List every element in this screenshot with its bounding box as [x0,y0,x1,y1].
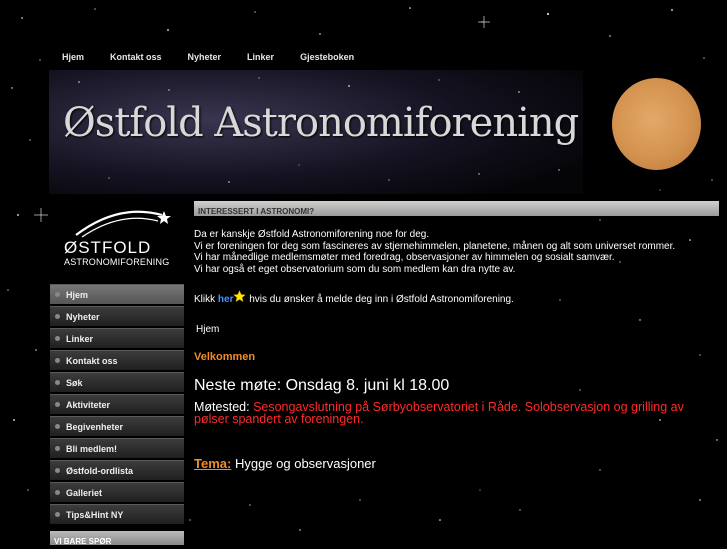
bullet-icon [55,490,60,495]
sidebar-item-galleriet[interactable]: Galleriet [50,482,184,502]
signup-link[interactable]: her [218,294,234,305]
bullet-icon [55,292,60,297]
intro-line: Da er kanskje Østfold Astronomiforening … [194,229,430,240]
banner-title: Østfold Astronomiforening [63,100,579,146]
theme-label: Tema: [194,456,232,471]
theme-value: Hygge og observasjoner [234,456,376,471]
meeting-location-value: Sesongavslutning på Sørbyobservatoriet i… [194,400,684,426]
intro-line: Vi er foreningen for deg som fascineres … [194,240,676,252]
page-label-hjem: Hjem [196,324,220,335]
bullet-icon [55,336,60,341]
next-meeting: Neste møte: Onsdag 8. juni kl 18.00 [194,377,450,394]
sidebar-item-label: Hjem [66,289,89,300]
logo-title: ØSTFOLD [64,238,152,257]
sidebar-item-sok[interactable]: Søk [50,372,184,392]
sidebar-item-bli-medlem[interactable]: Bli medlem! [50,438,184,458]
side-navigation: Hjem Nyheter Linker Kontakt oss Søk Akti… [50,284,184,526]
section-header: INTERESSERT I ASTRONOMI? [194,201,719,216]
welcome-heading: Velkommen [194,351,256,363]
sidebar-item-hjem[interactable]: Hjem [50,284,184,304]
sidebar-item-label: Linker [66,333,94,344]
sidebar-item-linker[interactable]: Linker [50,328,184,348]
bullet-icon [55,512,60,517]
sidebar-item-label: Søk [66,377,83,388]
sidebar-item-tips-hint[interactable]: Tips&Hint NY [50,504,184,524]
logo-subtitle: ASTRONOMIFORENING [64,257,170,267]
sidebar-item-label: Østfold-ordlista [66,465,133,476]
sidebar-item-label: Nyheter [66,311,100,322]
signup-prompt: Klikk her hvis du ønsker å melde deg inn… [194,290,514,305]
topnav-gjesteboken[interactable]: Gjesteboken [300,52,354,62]
section-header-title: INTERESSERT I ASTRONOMI? [198,207,315,216]
intro-line: Vi har også et eget observatorium som du… [194,263,516,275]
sidebar-item-label: Kontakt oss [66,355,118,366]
signup-suffix: hvis du ønsker å melde deg inn i Østfold… [249,294,514,305]
sidebar-item-label: Tips&Hint NY [66,509,124,520]
meeting-theme: Tema: Hygge og observasjoner [194,456,376,471]
meeting-location: Møtested: Sesongavslutning på Sørbyobser… [194,400,719,426]
sun-image [612,78,701,170]
bullet-icon [55,380,60,385]
bullet-icon [55,446,60,451]
bullet-icon [55,358,60,363]
bullet-icon [55,468,60,473]
sidebar-item-aktiviteter[interactable]: Aktiviteter [50,394,184,414]
sidebar-box-header: VI BARE SPØR [50,531,184,546]
sidebar-item-label: Galleriet [66,487,103,498]
sidebar-item-kontakt-oss[interactable]: Kontakt oss [50,350,184,370]
signup-prefix: Klikk [194,294,216,305]
sidebar-item-ordlista[interactable]: Østfold-ordlista [50,460,184,480]
intro-line: Vi har månedlige medlemsmøter med foredr… [194,252,615,263]
bullet-icon [55,314,60,319]
bullet-icon [55,424,60,429]
intro-text: Da er kanskje Østfold Astronomiforening … [194,229,719,275]
sidebar-item-begivenheter[interactable]: Begivenheter [50,416,184,436]
topnav-nyheter[interactable]: Nyheter [188,52,222,62]
sidebar-item-label: Bli medlem! [66,443,118,454]
sidebar-item-label: Begivenheter [66,421,124,432]
topnav-linker[interactable]: Linker [247,52,274,62]
topnav-hjem[interactable]: Hjem [62,52,84,62]
star-icon [233,290,247,303]
bullet-icon [55,402,60,407]
top-navigation: Hjem Kontakt oss Nyheter Linker Gjestebo… [52,47,380,67]
topnav-kontakt-oss[interactable]: Kontakt oss [110,52,162,62]
sidebar-item-nyheter[interactable]: Nyheter [50,306,184,326]
sidebar-item-label: Aktiviteter [66,399,111,410]
header-banner: Østfold Astronomiforening [49,70,583,194]
